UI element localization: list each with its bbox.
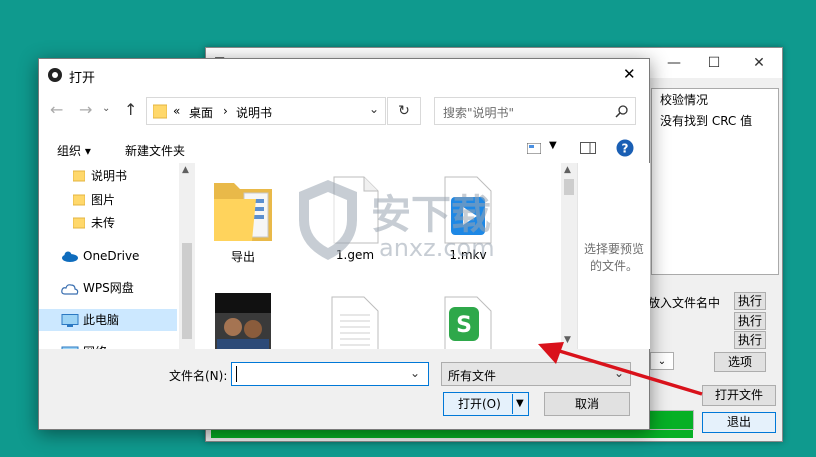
nav-item-label: 图片 (91, 193, 116, 207)
nav-item-pictures[interactable]: 图片 (39, 189, 177, 211)
nav-item-label: WPS网盘 (83, 281, 134, 295)
folder-icon (73, 194, 85, 206)
cloud-outline-icon (61, 284, 79, 295)
nav-item-manual[interactable]: 说明书 (39, 165, 177, 187)
file-item-document[interactable] (310, 293, 400, 349)
file-item-image[interactable] (198, 293, 288, 349)
options-button[interactable]: 选项 (714, 352, 766, 372)
search-input[interactable]: 搜索"说明书" (434, 97, 636, 125)
status-progress-bar (211, 430, 693, 438)
nav-scrollbar[interactable]: ▲ (179, 163, 195, 349)
file-scrollbar[interactable]: ▲ ▼ (561, 163, 577, 349)
nav-item-unsent[interactable]: 未传 (39, 212, 177, 234)
navigation-pane[interactable]: 说明书 图片 未传 OneDrive WPS网盘 此电脑 网络 ▲ (39, 163, 195, 349)
app-icon (48, 68, 62, 82)
computer-icon (61, 314, 79, 327)
file-item-wps[interactable]: S (423, 293, 513, 349)
filename-label: 文件名(N): (169, 369, 228, 383)
progress-bar (646, 410, 694, 430)
svg-text:S: S (456, 313, 472, 338)
address-bar[interactable]: « 桌面 › 说明书 ⌄ (146, 97, 386, 125)
search-placeholder: 搜索"说明书" (443, 106, 515, 120)
dialog-toolbar: 组织 ▾ 新建文件夹 ▼ ? (39, 133, 649, 163)
results-row[interactable]: 没有找到 CRC 值 (652, 110, 778, 131)
open-file-button[interactable]: 打开文件 (702, 385, 776, 406)
filename-input[interactable]: ⌄ (231, 362, 429, 386)
breadcrumb-manual[interactable]: 说明书 (236, 104, 272, 121)
nav-item-label: 网络 (83, 341, 107, 349)
view-icon[interactable] (527, 143, 541, 154)
file-name: 1.gem (335, 248, 375, 262)
nav-item-wps-cloud[interactable]: WPS网盘 (39, 277, 177, 299)
nav-item-label: 说明书 (91, 169, 128, 183)
help-icon[interactable]: ? (616, 139, 634, 157)
nav-item-label: 此电脑 (83, 313, 120, 327)
search-icon[interactable] (615, 105, 628, 118)
folder-icon (73, 170, 85, 182)
wps-file-icon: S (444, 296, 492, 349)
open-button-label: 打开(O) (458, 397, 501, 411)
annotation-arrow (538, 342, 703, 396)
preview-text: 选择要预览的文件。 (584, 242, 645, 273)
results-header: 校验情况 (660, 93, 709, 107)
video-file-icon (444, 176, 492, 244)
nav-item-this-pc[interactable]: 此电脑 (39, 309, 177, 331)
folder-icon (214, 183, 272, 241)
split-divider (512, 394, 513, 414)
dialog-close-button[interactable]: ✕ (623, 65, 636, 83)
maximize-button[interactable]: ☐ (694, 48, 734, 78)
forward-button[interactable]: → (79, 100, 92, 119)
dialog-title: 打开 (69, 71, 96, 86)
file-scroll-thumb[interactable] (564, 179, 574, 195)
generic-file-icon (333, 176, 379, 244)
folder-icon (73, 217, 85, 229)
address-dropdown-icon[interactable]: ⌄ (369, 102, 379, 116)
breadcrumb-desktop[interactable]: 桌面 (189, 104, 213, 121)
document-file-icon (331, 296, 379, 349)
open-dropdown-icon[interactable]: ▼ (516, 393, 524, 415)
breadcrumb-separator: › (223, 104, 228, 118)
back-button[interactable]: ← (50, 100, 63, 119)
recent-dropdown-icon[interactable]: ⌄ (102, 103, 110, 114)
up-button[interactable]: ↑ (124, 100, 137, 119)
refresh-button[interactable]: ↻ (387, 97, 421, 125)
filetype-value: 所有文件 (448, 369, 497, 383)
minimize-button[interactable]: — (654, 48, 694, 78)
breadcrumb-chevron[interactable]: « (173, 104, 180, 118)
cloud-icon (62, 251, 78, 262)
image-thumbnail-icon (215, 293, 271, 349)
nav-item-onedrive[interactable]: OneDrive (39, 245, 177, 267)
file-name: 导出 (230, 250, 255, 264)
file-item-folder[interactable]: 导出 (198, 173, 288, 265)
text-cursor (236, 366, 237, 382)
file-list[interactable]: 导出 1.gem 1.mkv S ▲ ▼ (195, 163, 577, 349)
preview-pane: 选择要预览的文件。 (577, 163, 650, 349)
option-label: 放入文件名中 (648, 296, 721, 310)
view-dropdown-icon[interactable]: ▼ (549, 140, 557, 151)
open-button[interactable]: 打开(O) ▼ (443, 392, 529, 416)
nav-scroll-thumb[interactable] (182, 243, 192, 339)
scroll-up-icon[interactable]: ▲ (182, 165, 189, 175)
nav-item-label: 未传 (91, 216, 116, 230)
file-name: 1.mkv (449, 248, 487, 262)
exit-button[interactable]: 退出 (702, 412, 776, 433)
execute-button-1[interactable]: 执行 (734, 292, 766, 310)
svg-text:?: ? (622, 142, 629, 156)
execute-button-3[interactable]: 执行 (734, 331, 766, 349)
execute-button-2[interactable]: 执行 (734, 312, 766, 330)
filename-dropdown-icon[interactable]: ⌄ (410, 366, 420, 380)
file-item-mkv[interactable]: 1.mkv (423, 173, 513, 262)
results-list[interactable]: 校验情况 没有找到 CRC 值 (651, 88, 779, 275)
new-folder-button[interactable]: 新建文件夹 (125, 142, 185, 159)
nav-item-label: OneDrive (83, 249, 140, 263)
nav-item-network[interactable]: 网络 (39, 341, 177, 349)
close-button[interactable]: ✕ (739, 48, 779, 78)
preview-pane-icon[interactable] (580, 142, 596, 154)
organize-button[interactable]: 组织 ▾ (57, 142, 91, 159)
folder-icon (153, 104, 167, 119)
file-item-gem[interactable]: 1.gem (310, 173, 400, 262)
scroll-up-icon[interactable]: ▲ (564, 165, 571, 175)
dialog-titlebar: 打开 ✕ (39, 59, 649, 91)
